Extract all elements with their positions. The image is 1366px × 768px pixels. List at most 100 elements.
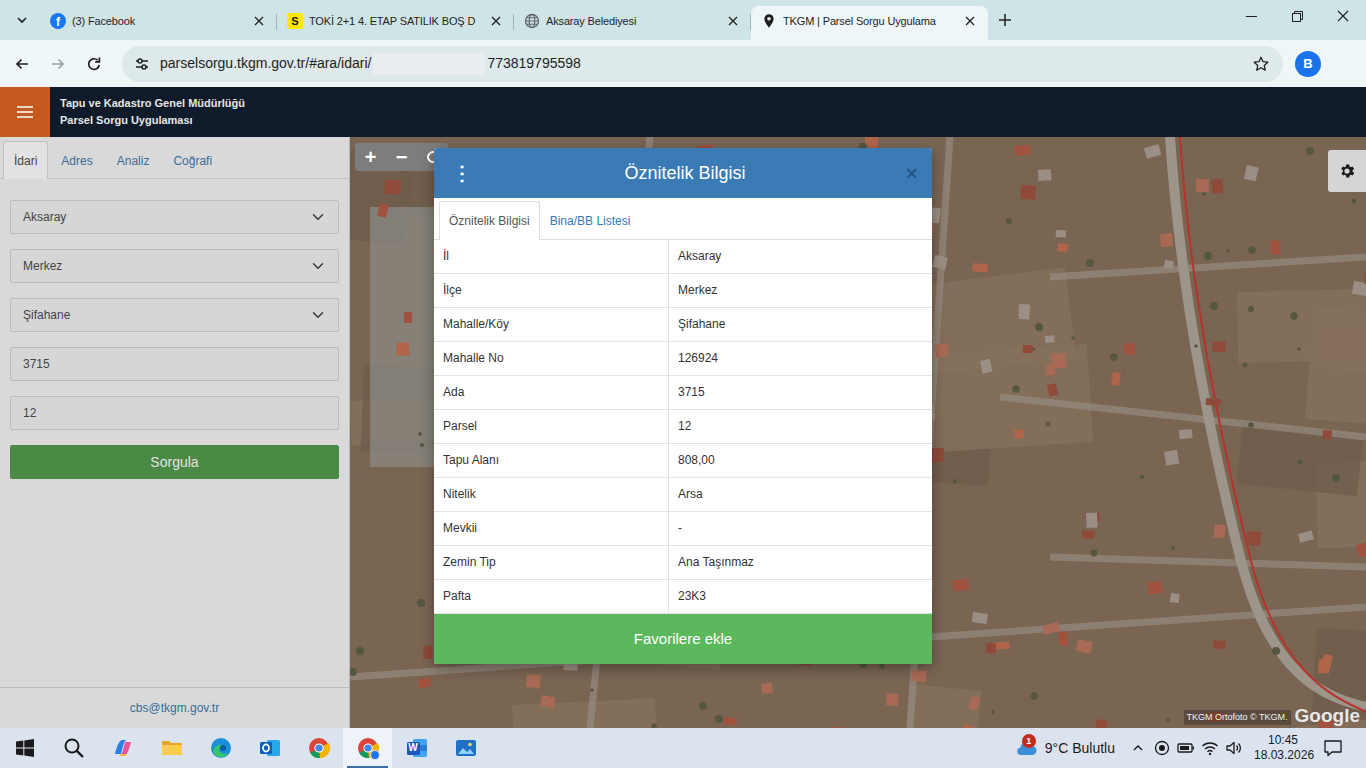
sidebar-tab[interactable]: Analiz: [106, 141, 161, 179]
dialog-menu-button[interactable]: ⋮: [452, 158, 472, 188]
sidebar-tab-label: Analiz: [117, 152, 150, 170]
zoom-out-button[interactable]: −: [386, 143, 417, 171]
site-info-button[interactable]: [128, 50, 156, 78]
taskbar-app[interactable]: W: [392, 728, 441, 768]
weather-text: 9°C Bulutlu: [1045, 738, 1115, 759]
power-button[interactable]: [1174, 728, 1198, 768]
copilot-icon: [111, 736, 135, 760]
attribute-row: Ada3715: [434, 376, 932, 410]
browser-tab[interactable]: f(3) Facebook: [40, 6, 277, 40]
battery-icon: [1177, 740, 1195, 756]
screen: f(3) FacebookSTOKİ 2+1 4. ETAP SATILIK B…: [0, 0, 1366, 768]
tab-close-button[interactable]: [486, 11, 506, 31]
show-hidden-icons-button[interactable]: [1126, 728, 1150, 768]
select-field[interactable]: Şifahane: [10, 298, 339, 332]
back-button[interactable]: [4, 46, 40, 82]
dialog-tab[interactable]: Öznitelik Bilgisi: [439, 201, 540, 240]
taskbar-app[interactable]: [147, 728, 196, 768]
plus-icon: [998, 13, 1012, 27]
taskbar-apps: W: [0, 728, 490, 768]
attribution-source: TKGM Ortofoto ©: [1187, 712, 1257, 722]
query-button[interactable]: Sorgula: [10, 445, 339, 479]
reload-button[interactable]: [76, 46, 112, 82]
map-view[interactable]: +− TKGM Ortofoto © TKGM.Google ⋮ Öznitelik …: [350, 137, 1366, 728]
volume-button[interactable]: [1222, 728, 1246, 768]
arrow-left-icon: [14, 56, 30, 72]
address-suffix: 773819795598: [487, 53, 580, 74]
chrome-icon: [307, 736, 331, 760]
taskbar-app[interactable]: [196, 728, 245, 768]
notification-icon: [1323, 739, 1343, 757]
tab-strip: f(3) FacebookSTOKİ 2+1 4. ETAP SATILIK B…: [0, 0, 1366, 40]
taskbar-app[interactable]: [343, 728, 392, 768]
app-header: Tapu ve Kadastro Genel MüdürlüğüParsel S…: [0, 87, 1366, 137]
clock[interactable]: 10:4518.03.2026: [1254, 733, 1312, 763]
tab-close-button[interactable]: [960, 11, 980, 31]
notifications-button[interactable]: [1315, 728, 1351, 768]
attribute-label: İl: [434, 240, 669, 273]
select-field[interactable]: Merkez: [10, 249, 339, 283]
map-attribution: TKGM Ortofoto © TKGM.Google: [1184, 706, 1360, 725]
address-bar[interactable]: parselsorgu.tkgm.gov.tr/#ara/idari/77381…: [122, 46, 1283, 82]
forward-button[interactable]: [40, 46, 76, 82]
address-text: parselsorgu.tkgm.gov.tr/#ara/idari/77381…: [160, 53, 1247, 75]
tab-close-button[interactable]: [723, 11, 743, 31]
attribute-value: Aksaray: [669, 240, 932, 273]
close-icon: [1337, 10, 1349, 22]
restore-icon: [1292, 11, 1303, 22]
settings-button[interactable]: [1328, 150, 1366, 192]
sidebar-footer: cbs@tkgm.gov.tr: [0, 687, 349, 728]
outlook-icon: [258, 736, 282, 760]
minimize-button[interactable]: [1228, 0, 1274, 32]
taskbar-app[interactable]: [245, 728, 294, 768]
sidebar-tab[interactable]: Coğrafi: [162, 141, 223, 179]
attribute-label: Tapu Alanı: [434, 444, 669, 477]
start-icon: [16, 739, 34, 757]
attribute-label: Nitelik: [434, 478, 669, 511]
query-form: Aksaray Merkez Şifahane Sorgula: [0, 179, 349, 479]
attribute-label: Mahalle/Köy: [434, 308, 669, 341]
tab-close-button[interactable]: [249, 11, 269, 31]
tab-list-button[interactable]: [8, 6, 36, 34]
text-field[interactable]: [10, 347, 339, 381]
taskbar-app[interactable]: [441, 728, 490, 768]
text-field[interactable]: [10, 396, 339, 430]
restore-button[interactable]: [1274, 0, 1320, 32]
add-favorite-button[interactable]: Favorilere ekle: [434, 614, 932, 664]
dialog-close-button[interactable]: ×: [898, 157, 918, 190]
browser-tab[interactable]: STOKİ 2+1 4. ETAP SATILIK BOŞ D: [277, 6, 514, 40]
sidebar-tab[interactable]: Adres: [50, 141, 103, 179]
attribution-text: TKGM Ortofoto © TKGM.: [1184, 710, 1291, 726]
attribute-label: Pafta: [434, 580, 669, 613]
search-icon: [63, 737, 85, 759]
network-button[interactable]: [1198, 728, 1222, 768]
dialog-tab[interactable]: Bina/BB Listesi: [540, 201, 641, 240]
profile-button[interactable]: B: [1295, 51, 1321, 77]
taskbar-app[interactable]: [98, 728, 147, 768]
attribution-link[interactable]: TKGM.: [1259, 712, 1288, 722]
zoom-in-button[interactable]: +: [355, 143, 386, 171]
recording-button[interactable]: [1150, 728, 1174, 768]
sidebar-tab[interactable]: İdari: [3, 141, 48, 179]
bookmark-button[interactable]: [1247, 50, 1275, 78]
select-field[interactable]: Aksaray: [10, 200, 339, 234]
close-icon: [491, 16, 501, 26]
attribute-value: Merkez: [669, 274, 932, 307]
application-name: Parsel Sorgu Uygulaması: [60, 112, 245, 129]
attribute-label: Zemin Tip: [434, 546, 669, 579]
taskbar-app[interactable]: [49, 728, 98, 768]
close-window-button[interactable]: [1320, 0, 1366, 32]
attribute-row: Mahalle/KöyŞifahane: [434, 308, 932, 342]
taskbar-app[interactable]: [294, 728, 343, 768]
wifi-icon: [1201, 740, 1219, 756]
menu-button[interactable]: [0, 87, 50, 137]
contact-email[interactable]: cbs@tkgm.gov.tr: [130, 699, 219, 717]
attribute-row: İlAksaray: [434, 240, 932, 274]
weather-widget[interactable]: 19°C Bulutlu: [1013, 736, 1115, 760]
browser-tab[interactable]: Aksaray Belediyesi: [514, 6, 751, 40]
taskbar-app[interactable]: [0, 728, 49, 768]
new-tab-button[interactable]: [991, 6, 1019, 34]
browser-tab[interactable]: TKGM | Parsel Sorgu Uygulama: [751, 6, 988, 40]
tab-title: TKGM | Parsel Sorgu Uygulama: [783, 13, 960, 30]
attribute-value: 12: [669, 410, 932, 443]
